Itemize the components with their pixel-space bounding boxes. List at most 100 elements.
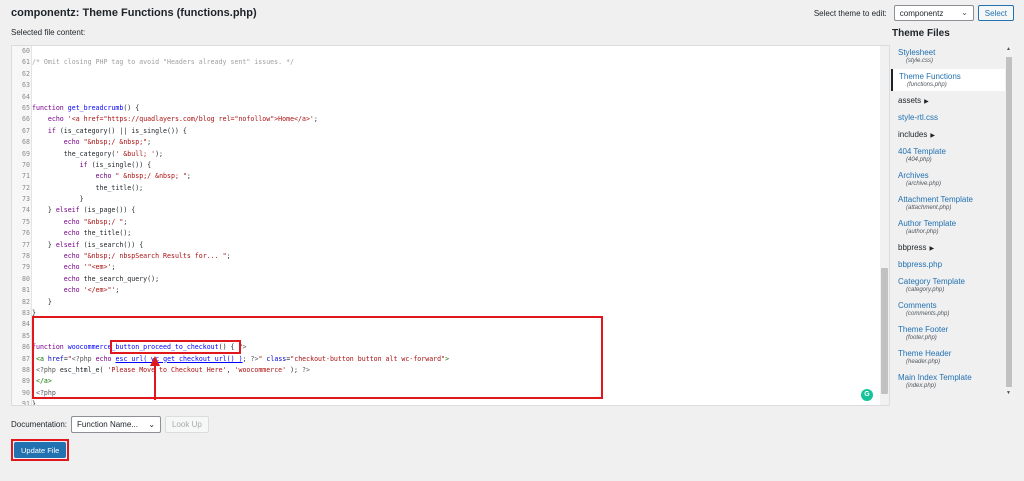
code-line[interactable]: 72 the_title(); [12, 183, 889, 194]
theme-select[interactable]: componentz ⌄ [893, 5, 974, 21]
line-code[interactable]: echo the_title(); [32, 228, 132, 239]
line-code[interactable]: the_title(); [32, 183, 144, 194]
line-code[interactable]: function get_breadcrumb() { [32, 103, 139, 114]
line-number: 69 [22, 149, 30, 158]
line-code[interactable]: echo '</em>"'; [32, 285, 120, 296]
line-code[interactable]: echo the_search_query(); [32, 274, 159, 285]
code-line[interactable]: 69 the_category(' &bull; '); [12, 149, 889, 160]
line-code[interactable]: } [32, 194, 84, 205]
highlight-box-string [110, 340, 241, 354]
code-line[interactable]: 81 echo '</em>"'; [12, 285, 889, 296]
code-line[interactable]: 68 echo "&nbsp;/ &nbsp;"; [12, 137, 889, 148]
code-line[interactable]: 61/* Omit closing PHP tag to avoid "Head… [12, 57, 889, 68]
file-name: (index.php) [906, 383, 937, 389]
line-code[interactable]: /* Omit closing PHP tag to avoid "Header… [32, 57, 294, 68]
file-item[interactable]: Archives (archive.php) [891, 168, 1013, 190]
code-line[interactable]: 62 [12, 69, 889, 80]
code-line[interactable]: 70 if (is_single()) { [12, 160, 889, 171]
file-item[interactable]: bbpress.php [891, 257, 1013, 272]
code-line[interactable]: 75 echo "&nbsp;/ "; [12, 217, 889, 228]
editor-scrollbar[interactable] [880, 46, 889, 405]
file-item[interactable]: Comments (comments.php) [891, 298, 1013, 320]
file-label: Category Template [898, 277, 965, 286]
line-code[interactable]: the_category(' &bull; '); [32, 149, 163, 160]
line-number: 66 [22, 115, 30, 124]
file-item[interactable]: Stylesheet (style.css) [891, 45, 1013, 67]
code-line[interactable]: 80 echo the_search_query(); [12, 274, 889, 285]
line-number: 85 [22, 331, 30, 340]
line-code[interactable]: } [32, 297, 52, 308]
file-name: (functions.php) [907, 82, 947, 88]
line-code[interactable]: if (is_single()) { [32, 160, 151, 171]
line-number: 81 [22, 286, 30, 295]
line-code[interactable]: echo "&nbsp;/ nbspSearch Results for... … [32, 251, 231, 262]
folder-item[interactable]: bbpress ▶ [891, 240, 1013, 255]
line-number: 65 [22, 103, 30, 112]
files-scroll-thumb[interactable] [1006, 57, 1012, 387]
code-line[interactable]: 63 [12, 80, 889, 91]
line-code[interactable]: echo '"<em>'; [32, 262, 116, 273]
look-up-button[interactable]: Look Up [165, 416, 209, 433]
code-line[interactable]: 65 function get_breadcrumb() { [12, 103, 889, 114]
line-code[interactable]: echo "&nbsp;/ "; [32, 217, 128, 228]
line-code[interactable]: echo " &nbsp;/ &nbsp; "; [32, 171, 191, 182]
file-item[interactable]: 404 Template (404.php) [891, 144, 1013, 166]
code-line[interactable]: 71 echo " &nbsp;/ &nbsp; "; [12, 171, 889, 182]
line-number: 72 [22, 183, 30, 192]
file-item[interactable]: Author Template (author.php) [891, 216, 1013, 238]
code-line[interactable]: 73 } [12, 194, 889, 205]
folder-item[interactable]: includes ▶ [891, 127, 1013, 142]
file-name: (attachment.php) [906, 205, 952, 211]
line-number: 87 [22, 354, 30, 363]
line-number: 83 [22, 308, 30, 317]
code-line[interactable]: 60 [12, 46, 889, 57]
line-code[interactable]: echo '<a href="https://quadlayers.com/bl… [32, 114, 318, 125]
line-number: 70 [22, 160, 30, 169]
line-code[interactable]: } elseif (is_search()) { [32, 240, 143, 251]
scroll-up-icon[interactable]: ▲ [1006, 46, 1011, 52]
code-line[interactable]: 82 } [12, 297, 889, 308]
code-line[interactable]: 79 echo '"<em>'; [12, 262, 889, 273]
theme-select-value: componentz [899, 9, 944, 18]
code-line[interactable]: 91} [12, 399, 889, 405]
code-line[interactable]: 64 [12, 92, 889, 103]
select-theme-button[interactable]: Select [977, 5, 1014, 21]
function-name-select[interactable]: Function Name... ⌄ [71, 416, 162, 433]
file-item[interactable]: Theme Header (header.php) [891, 346, 1013, 368]
line-code[interactable]: } elseif (is_page()) { [32, 205, 135, 216]
editor-scroll-thumb[interactable] [881, 268, 888, 394]
line-number: 78 [22, 252, 30, 261]
file-name: (style.css) [906, 58, 933, 64]
code-editor[interactable]: 60 61/* Omit closing PHP tag to avoid "He… [11, 45, 890, 406]
highlight-box-function [32, 316, 603, 399]
grammarly-icon[interactable]: G [861, 389, 873, 401]
code-line[interactable]: 67 if (is_category() || is_single()) { [12, 126, 889, 137]
function-name-value: Function Name... [77, 420, 138, 429]
file-item[interactable]: Main Index Template (index.php) [891, 370, 1013, 392]
code-line[interactable]: 78 echo "&nbsp;/ nbspSearch Results for.… [12, 251, 889, 262]
line-code[interactable]: if (is_category() || is_single()) { [32, 126, 187, 137]
code-line[interactable]: 74 } elseif (is_page()) { [12, 205, 889, 216]
folder-item[interactable]: assets ▶ [891, 93, 1013, 108]
file-label: style-rtl.css [898, 113, 938, 122]
file-label: Theme Header [898, 349, 952, 358]
triangle-right-icon: ▶ [924, 99, 929, 105]
line-code[interactable]: echo "&nbsp;/ &nbsp;"; [32, 137, 151, 148]
line-code[interactable]: } [32, 399, 36, 405]
update-button-highlight: Update File [11, 439, 70, 461]
update-file-button[interactable]: Update File [14, 442, 67, 458]
file-item[interactable]: Theme Functions (functions.php) [891, 69, 1013, 91]
page-title: componentz: Theme Functions (functions.p… [11, 7, 257, 19]
code-line[interactable]: 76 echo the_title(); [12, 228, 889, 239]
documentation-label: Documentation: [11, 420, 68, 429]
code-line[interactable]: 77 } elseif (is_search()) { [12, 240, 889, 251]
file-item[interactable]: Attachment Template (attachment.php) [891, 192, 1013, 214]
line-number: 73 [22, 195, 30, 204]
scroll-down-icon[interactable]: ▼ [1006, 390, 1011, 396]
line-number: 74 [22, 206, 30, 215]
file-item[interactable]: style-rtl.css [891, 110, 1013, 125]
code-line[interactable]: 66 echo '<a href="https://quadlayers.com… [12, 114, 889, 125]
file-item[interactable]: Category Template (category.php) [891, 274, 1013, 296]
file-item[interactable]: Theme Footer (footer.php) [891, 322, 1013, 344]
files-scrollbar[interactable]: ▲ ▼ [1005, 45, 1013, 397]
